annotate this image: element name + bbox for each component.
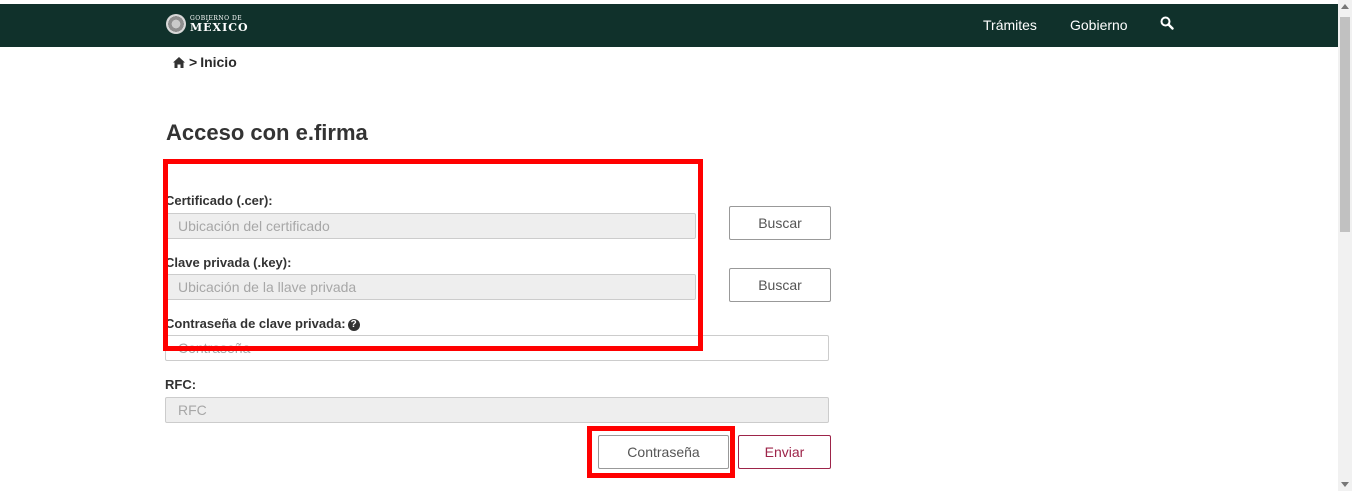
browse-cert-button[interactable]: Buscar [729,206,831,240]
search-icon[interactable] [1160,16,1174,30]
breadcrumb: > Inicio [172,54,237,70]
password-label: Contraseña de clave privada: [165,316,346,331]
nav-gobierno[interactable]: Gobierno [1070,17,1128,33]
password-label-row: Contraseña de clave privada:? [165,316,360,331]
key-file-field[interactable] [165,274,696,300]
top-navbar: GOBIERNO DE MÉXICO Trámites Gobierno [0,0,1338,47]
nav-tramites[interactable]: Trámites [983,17,1037,33]
scroll-up-arrow-icon[interactable] [1341,4,1349,9]
question-circle-icon[interactable]: ? [347,319,360,331]
scroll-down-arrow-icon[interactable] [1341,482,1349,487]
browser-edge [0,0,1338,4]
home-icon[interactable] [172,56,186,69]
password-button[interactable]: Contraseña [598,435,729,469]
rfc-label: RFC: [165,377,197,392]
breadcrumb-current[interactable]: Inicio [200,54,237,70]
password-field[interactable] [165,335,829,361]
logo-text: GOBIERNO DE MÉXICO [190,15,249,34]
breadcrumb-separator: > [189,54,198,70]
scroll-thumb[interactable] [1340,17,1350,232]
seal-icon [166,14,186,34]
key-label: Clave privada (.key): [165,255,292,270]
cert-label: Certificado (.cer): [165,193,273,208]
page-title: Acceso con e.firma [166,120,368,145]
cert-file-field[interactable] [165,213,696,239]
page-scrollbar[interactable] [1338,0,1352,491]
submit-button[interactable]: Enviar [738,435,831,469]
gobierno-logo[interactable]: GOBIERNO DE MÉXICO [166,14,249,34]
rfc-field[interactable] [165,397,829,423]
browse-key-button[interactable]: Buscar [729,268,831,302]
logo-big-text: MÉXICO [190,20,249,34]
